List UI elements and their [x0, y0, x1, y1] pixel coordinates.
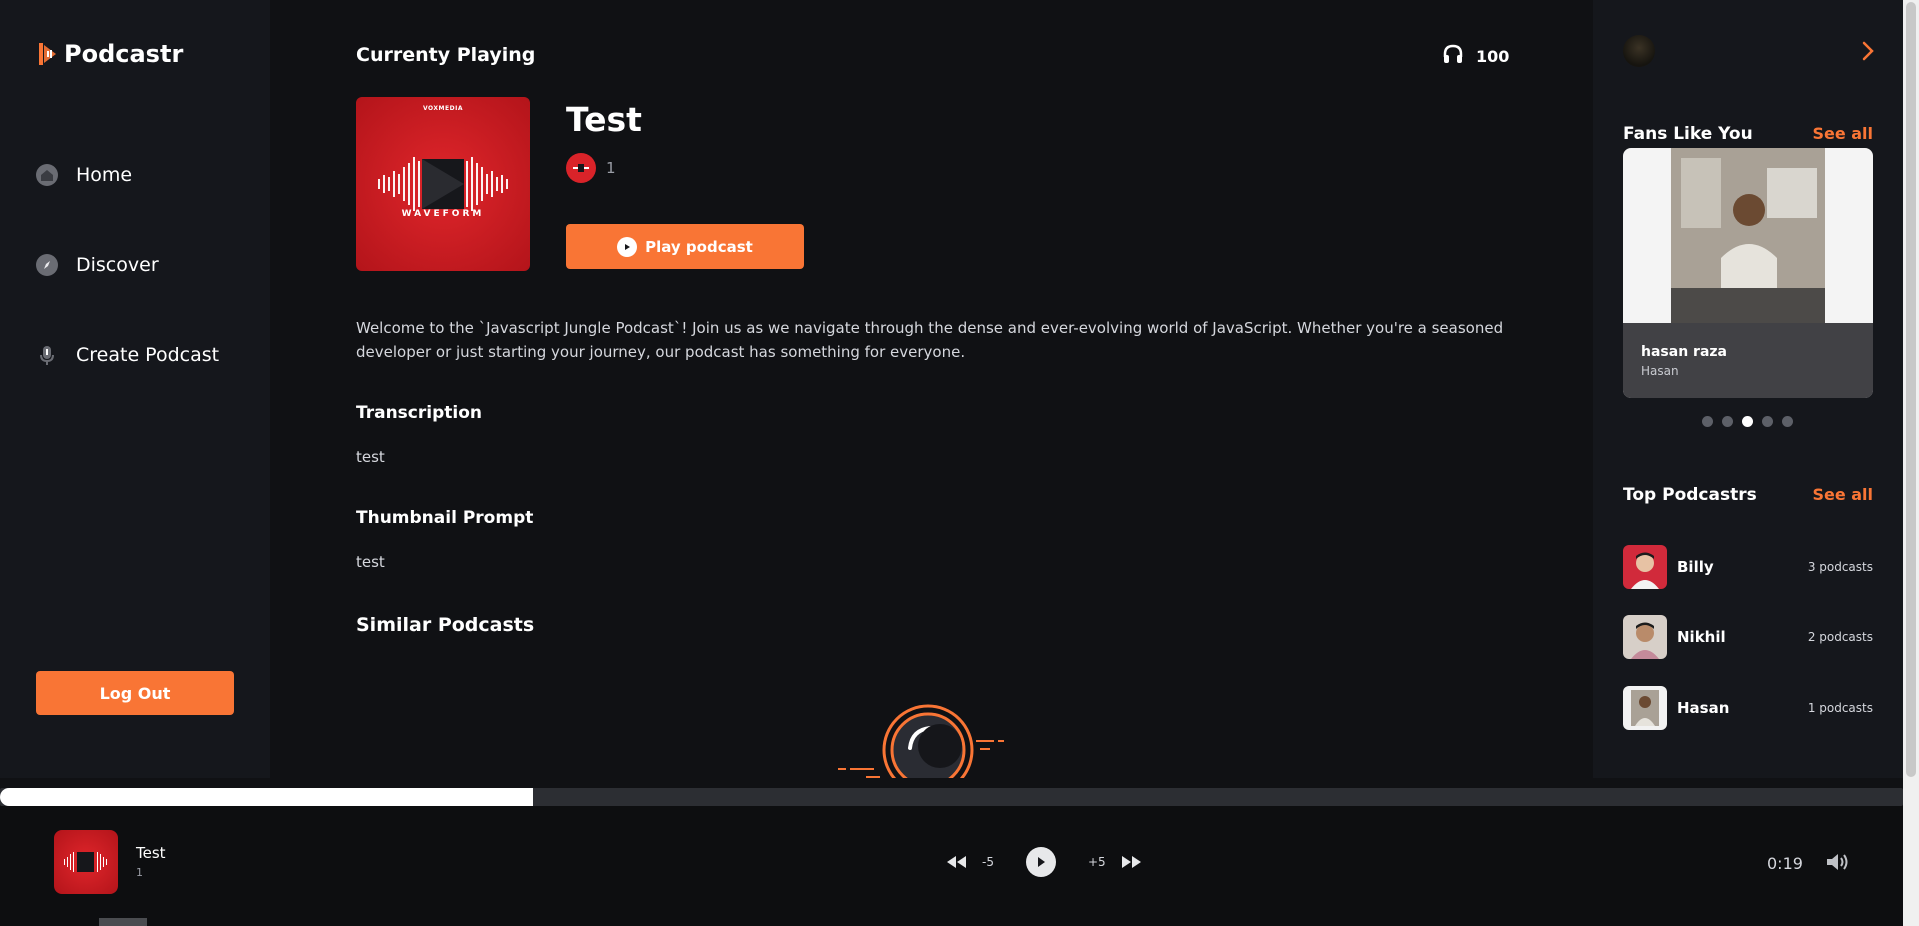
author-count: 1	[606, 159, 616, 177]
avatar	[566, 153, 596, 183]
left-sidebar: Podcastr Home Discover Create Podcast Lo…	[0, 0, 270, 778]
logout-button[interactable]: Log Out	[36, 671, 234, 715]
top-podcastr-count: 2 podcasts	[1807, 630, 1873, 644]
player-subtitle: 1	[136, 866, 143, 879]
sidebar-item-label: Discover	[76, 254, 159, 276]
transcription-text: test	[356, 448, 385, 466]
sidebar-item-create-podcast[interactable]: Create Podcast	[36, 344, 219, 366]
loader-icon	[830, 700, 1030, 778]
avatar	[1623, 615, 1667, 659]
carousel-dot[interactable]	[1702, 416, 1713, 427]
fast-forward-icon[interactable]	[1120, 855, 1142, 869]
home-icon	[36, 164, 58, 186]
compass-icon	[36, 254, 58, 276]
playback-progress-fill	[0, 788, 533, 806]
play-icon	[1037, 857, 1045, 867]
fan-name: hasan raza	[1641, 344, 1727, 360]
horizontal-scrollbar-thumb[interactable]	[99, 918, 147, 926]
fan-photo	[1671, 148, 1825, 323]
right-sidebar: Fans Like You See all hasan raza Hasan T…	[1593, 0, 1903, 778]
thumbnail-prompt-text: test	[356, 553, 385, 571]
top-podcastr-name: Nikhil	[1677, 628, 1726, 646]
player-controls: -5 +5	[946, 847, 1142, 877]
carousel-dot[interactable]	[1782, 416, 1793, 427]
app-root: Podcastr Home Discover Create Podcast Lo…	[0, 0, 1919, 926]
carousel-dots	[1702, 416, 1793, 427]
user-avatar[interactable]	[1623, 35, 1655, 67]
fan-card-overlay	[1623, 323, 1873, 398]
chevron-right-icon[interactable]	[1855, 38, 1881, 64]
volume-icon[interactable]	[1825, 852, 1849, 876]
podcast-cover: VOXMEDIA WAVEFORM	[356, 97, 530, 271]
player-title: Test	[136, 844, 166, 862]
vertical-scrollbar[interactable]	[1903, 0, 1919, 926]
headphones-icon	[1442, 44, 1464, 68]
audio-player: Test 1 -5 +5 0:19	[0, 806, 1903, 926]
top-see-all-link[interactable]: See all	[1812, 485, 1873, 504]
fans-like-you-title: Fans Like You	[1623, 124, 1753, 144]
carousel-dot-active[interactable]	[1742, 416, 1753, 427]
carousel-dot[interactable]	[1762, 416, 1773, 427]
top-podcastr-count: 1 podcasts	[1807, 701, 1873, 715]
similar-podcasts-title: Similar Podcasts	[356, 614, 535, 636]
play-podcast-label: Play podcast	[645, 237, 753, 256]
transcription-title: Transcription	[356, 403, 482, 423]
rewind-label: -5	[982, 855, 994, 869]
forward-label: +5	[1087, 855, 1106, 869]
sidebar-item-discover[interactable]: Discover	[36, 254, 159, 276]
podcast-title: Test	[566, 100, 642, 139]
player-play-button[interactable]	[1025, 847, 1056, 877]
avatar	[1623, 545, 1667, 589]
scrollbar-thumb[interactable]	[1906, 2, 1916, 777]
main-content: Currenty Playing 100 VOXMEDIA WAVEFORM T…	[270, 0, 1592, 778]
app-name: Podcastr	[64, 40, 184, 68]
fan-card[interactable]: hasan raza Hasan	[1623, 148, 1873, 398]
top-podcastr-row[interactable]: Billy 3 podcasts	[1623, 544, 1873, 590]
podcast-description: Welcome to the `Javascript Jungle Podcas…	[356, 319, 1504, 361]
top-podcastr-count: 3 podcasts	[1807, 560, 1873, 574]
top-podcastr-name: Billy	[1677, 558, 1714, 576]
listeners-count: 100	[1442, 44, 1509, 68]
podcastr-logo-icon	[36, 41, 58, 67]
fans-see-all-link[interactable]: See all	[1812, 124, 1873, 143]
top-podcastrs-title: Top Podcastrs	[1623, 485, 1757, 505]
top-podcastr-row[interactable]: Nikhil 2 podcasts	[1623, 614, 1873, 660]
avatar	[1623, 686, 1667, 730]
podcast-author[interactable]: 1	[566, 153, 616, 183]
page-title: Currenty Playing	[356, 44, 536, 66]
play-podcast-button[interactable]: Play podcast	[566, 224, 804, 269]
playback-progress-bar[interactable]	[0, 788, 1903, 806]
player-cover	[54, 830, 118, 894]
play-icon	[617, 236, 638, 257]
microphone-icon	[36, 344, 58, 366]
cover-label: WAVEFORM	[401, 209, 485, 219]
player-time: 0:19	[1767, 854, 1803, 873]
sidebar-item-home[interactable]: Home	[36, 164, 132, 186]
sidebar-item-label: Home	[76, 164, 133, 186]
fan-username: Hasan	[1641, 364, 1679, 378]
top-podcastr-name: Hasan	[1677, 699, 1730, 717]
sidebar-item-label: Create Podcast	[76, 344, 220, 366]
rewind-icon[interactable]	[946, 855, 968, 869]
listeners-value: 100	[1476, 46, 1510, 66]
carousel-dot[interactable]	[1722, 416, 1733, 427]
top-podcastr-row[interactable]: Hasan 1 podcasts	[1623, 685, 1873, 731]
waveform-icon	[378, 157, 508, 211]
logo[interactable]: Podcastr	[36, 40, 183, 68]
thumbnail-prompt-title: Thumbnail Prompt	[356, 508, 534, 528]
